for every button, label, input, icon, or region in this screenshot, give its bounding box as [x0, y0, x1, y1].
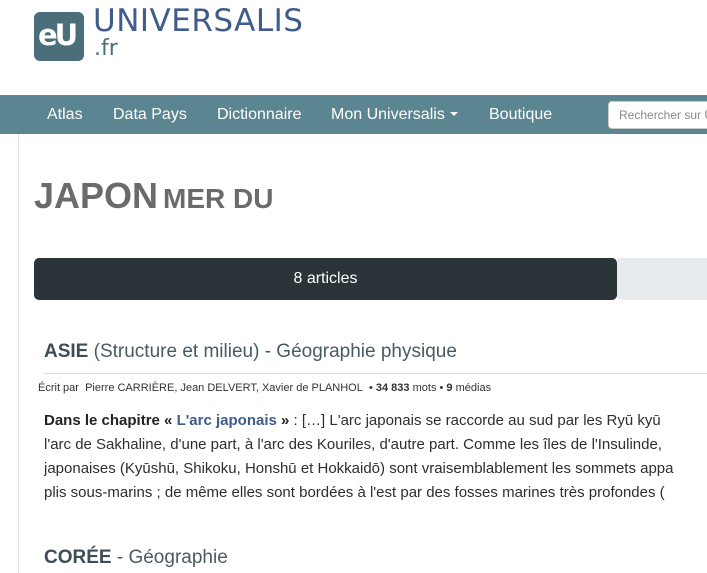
logo-mark-text: eU [38, 18, 78, 52]
nav-item-atlas[interactable]: Atlas [47, 95, 83, 134]
tab-articles[interactable]: 8 articles [34, 258, 617, 300]
article-title-link[interactable]: ASIE (Structure et milieu) - Géographie … [44, 342, 707, 361]
left-divider [18, 134, 19, 573]
chapter-link[interactable]: L'arc japonais [177, 412, 277, 429]
nav-item-mon-universalis-label: Mon Universalis [331, 106, 445, 123]
article-title-rest: - Géographie [111, 547, 228, 568]
nav-item-data-pays[interactable]: Data Pays [113, 95, 187, 134]
site-header: eU UNIVERSALIS .fr [0, 0, 707, 95]
logo-tld: .fr [94, 36, 118, 61]
excerpt-line: Dans le chapitre « L'arc japonais » : […… [44, 409, 707, 433]
byline-medias-label: médias [455, 382, 492, 394]
byline-prefix: Écrit par [38, 382, 79, 394]
logo-name[interactable]: UNIVERSALIS [93, 6, 303, 37]
page-title: JAPON MER DU [34, 178, 273, 214]
article-title-bold: ASIE [44, 341, 89, 362]
article-divider [44, 373, 707, 374]
excerpt-line-3: plis sous-marins ; de même elles sont bo… [44, 484, 665, 501]
main-navbar: Atlas Data Pays Dictionnaire Mon Univers… [0, 95, 707, 134]
tab-other[interactable] [617, 258, 707, 300]
nav-item-boutique[interactable]: Boutique [489, 95, 552, 134]
article-item: CORÉE - Géographie [44, 548, 707, 567]
byline-medias-count: 9 [446, 382, 453, 394]
caret-down-icon [449, 111, 458, 116]
page-title-sub: MER DU [163, 183, 274, 214]
article-title-bold: CORÉE [44, 547, 112, 568]
excerpt-line-1: l'arc de Sakhaline, d'une part, à l'arc … [44, 436, 662, 453]
chapter-prefix: Dans le chapitre « [44, 412, 173, 429]
byline-words-label: mots [412, 382, 437, 394]
page-title-main: JAPON [34, 175, 159, 216]
article-excerpt: Dans le chapitre « L'arc japonais » : […… [44, 409, 707, 505]
nav-item-dictionnaire[interactable]: Dictionnaire [217, 95, 301, 134]
byline-authors: Pierre CARRIÈRE, Jean DELVERT, Xavier de… [85, 382, 363, 394]
universalis-logo-icon[interactable]: eU [34, 12, 84, 61]
byline-words-count: 34 833 [375, 382, 410, 394]
search-input[interactable] [608, 101, 707, 129]
article-title-link[interactable]: CORÉE - Géographie [44, 548, 707, 567]
results-tabs: 8 articles [34, 258, 707, 300]
excerpt-line-2: japonaises (Kyūshū, Shikoku, Honshū et H… [44, 460, 674, 477]
excerpt-line-0: : […] L'arc japonais se raccorde au sud … [289, 412, 661, 429]
article-item: ASIE (Structure et milieu) - Géographie … [38, 342, 707, 501]
nav-item-mon-universalis[interactable]: Mon Universalis [331, 95, 458, 134]
article-title-rest: (Structure et milieu) - Géographie physi… [88, 341, 457, 362]
article-byline: Écrit par Pierre CARRIÈRE, Jean DELVERT,… [38, 382, 492, 394]
